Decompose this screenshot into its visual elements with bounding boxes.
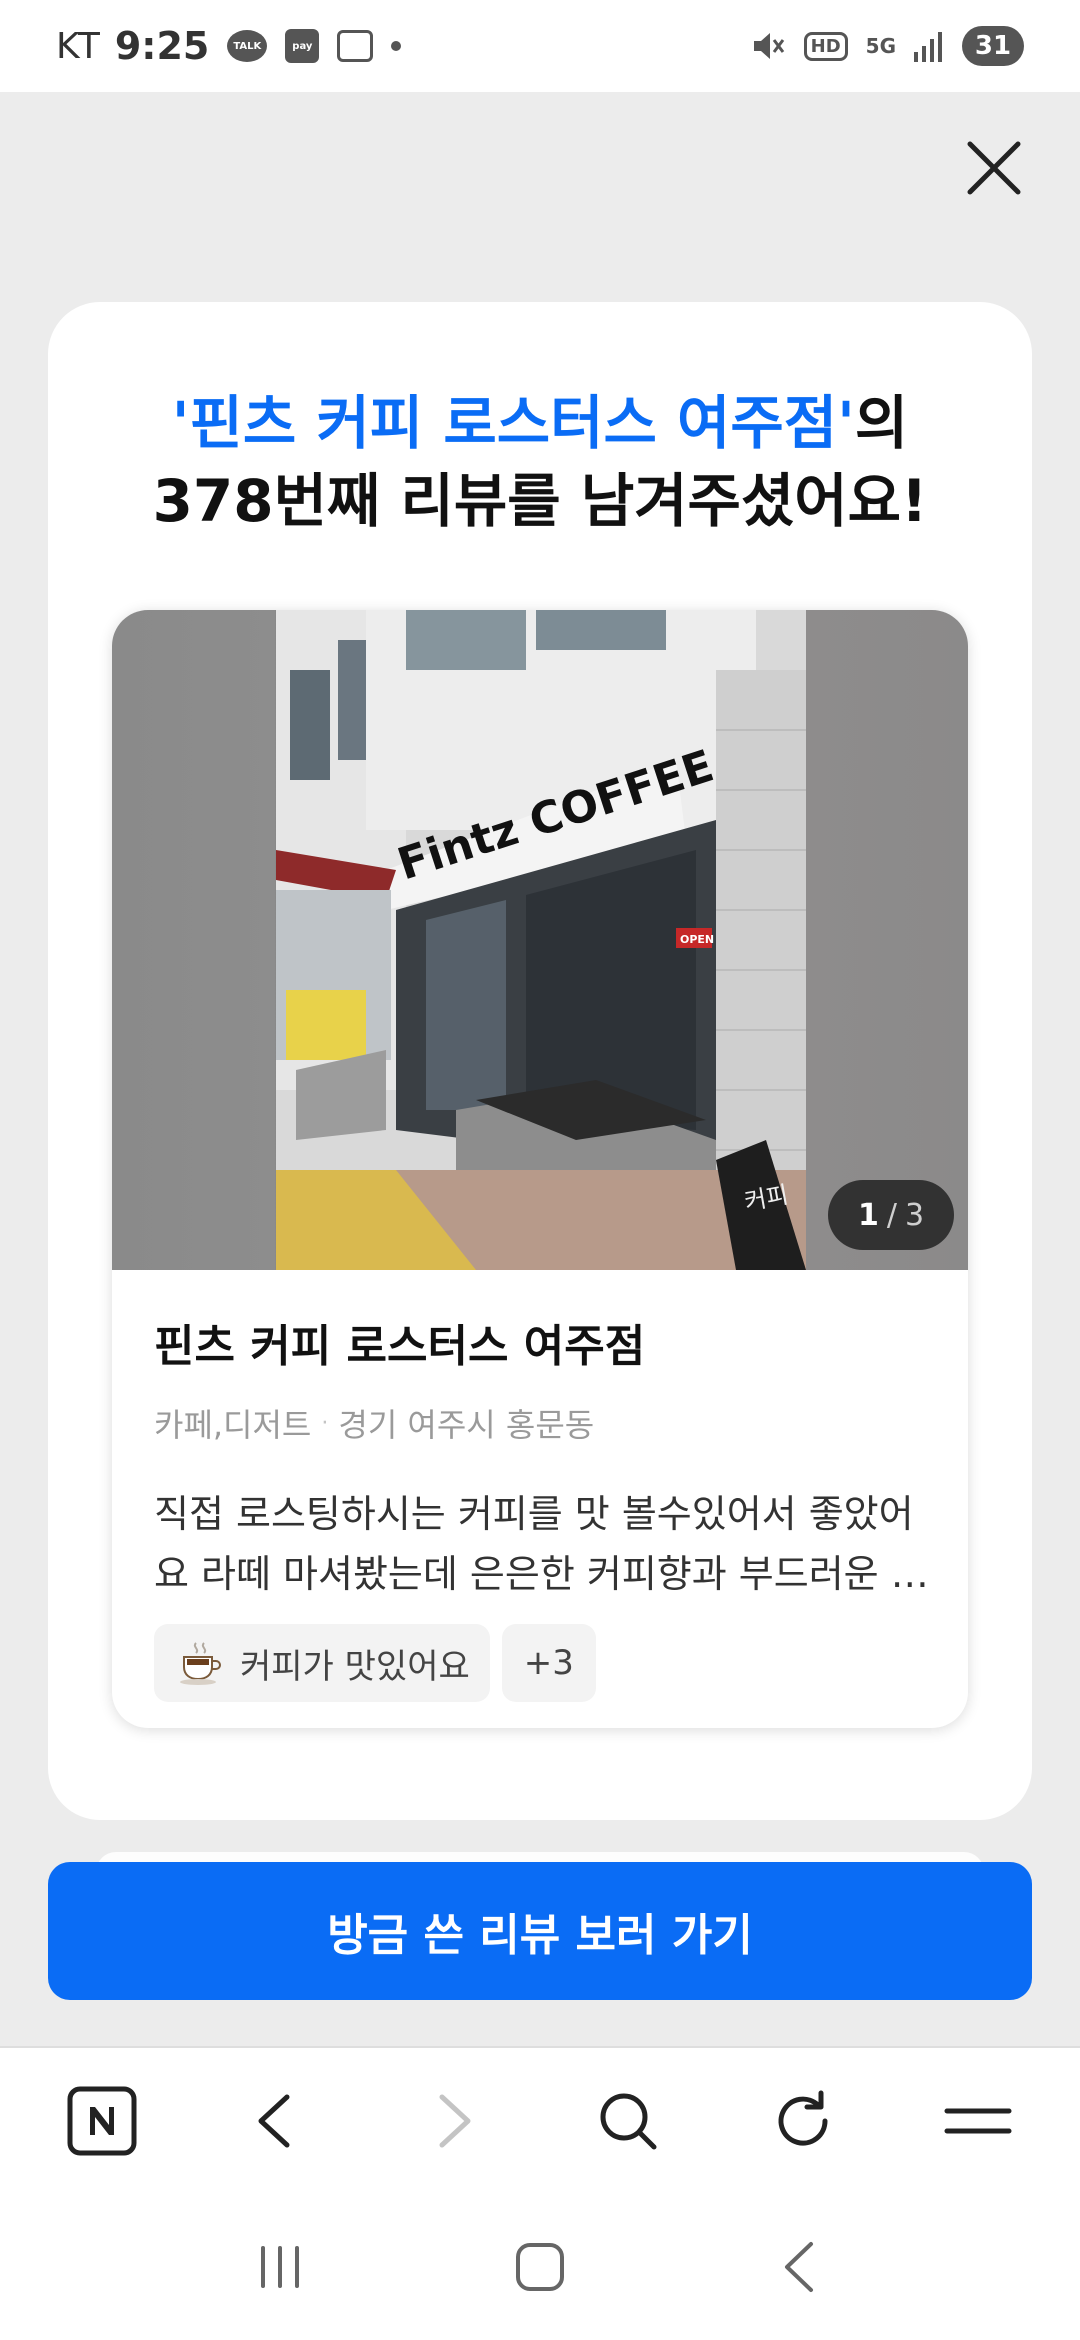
pay-icon: pay	[285, 29, 320, 63]
headline-place-name: '핀츠 커피 로스터스 여주점'	[171, 389, 855, 457]
storefront-photo: Fintz COFFEE OPEN 커피	[276, 610, 806, 1270]
keyword-label: 커피가 맛있어요	[240, 1646, 470, 1687]
place-category: 카페,디저트	[154, 1406, 312, 1444]
back-button[interactable]	[232, 2076, 322, 2166]
search-icon	[600, 2093, 657, 2150]
meta-separator: ·	[321, 1410, 329, 1436]
recent-apps-icon	[261, 2246, 299, 2288]
more-keywords-chip: +3	[501, 1624, 596, 1702]
system-navigation-bar	[0, 2194, 1080, 2340]
browser-toolbar	[0, 2046, 1080, 2194]
photo-current-index: 1	[857, 1197, 879, 1233]
home-button[interactable]	[495, 2222, 585, 2312]
headline: '핀츠 커피 로스터스 여주점'의 378번째 리뷰를 남겨주셨어요!	[48, 384, 1032, 540]
close-button[interactable]	[956, 130, 1032, 206]
status-bar: KT 9:25 TALK pay HD 5G 31	[0, 0, 1080, 92]
view-review-button[interactable]: 방금 쓴 리뷰 보러 가기	[48, 1862, 1032, 2000]
status-right: HD 5G 31	[750, 26, 1024, 66]
headline-line-2: 378번째 리뷰를 남겨주셨어요!	[152, 467, 928, 535]
back-arrow-icon	[258, 2094, 290, 2148]
place-meta: 카페,디저트 · 경기 여주시 홍문동	[154, 1400, 934, 1446]
hd-voice-icon: HD	[803, 31, 848, 61]
refresh-icon	[778, 2090, 828, 2146]
review-card-body: 핀츠 커피 로스터스 여주점 카페,디저트 · 경기 여주시 홍문동 직접 로스…	[154, 1310, 934, 1702]
photo-counter-separator: /	[886, 1197, 897, 1233]
signal-icon	[914, 30, 944, 62]
place-name[interactable]: 핀츠 커피 로스터스 여주점	[154, 1310, 934, 1374]
menu-button[interactable]	[933, 2076, 1023, 2166]
system-back-button[interactable]	[755, 2222, 845, 2312]
recent-apps-button[interactable]	[235, 2222, 325, 2312]
place-location: 경기 여주시 홍문동	[338, 1406, 595, 1444]
pay-badge-text: pay	[292, 40, 313, 52]
mute-icon	[750, 29, 786, 63]
carrier-label: KT	[56, 25, 101, 67]
menu-icon	[944, 2108, 1012, 2134]
search-button[interactable]	[583, 2076, 673, 2166]
network-5g-icon: 5G	[865, 34, 896, 58]
headline-suffix: 의	[854, 389, 909, 457]
more-notifications-dot-icon	[391, 41, 402, 51]
home-icon	[516, 2243, 564, 2291]
review-text: 직접 로스팅하시는 커피를 맛 볼수있어서 좋았어요 라떼 마셔봤는데 은은한 …	[154, 1492, 926, 1596]
status-left: KT 9:25 TALK pay	[56, 24, 402, 68]
forward-button[interactable]	[407, 2076, 497, 2166]
photo-carousel[interactable]: Fintz COFFEE OPEN 커피 1 / 3	[112, 610, 968, 1270]
battery-indicator: 31	[962, 26, 1024, 66]
keyword-chip: 커피가 맛있어요	[154, 1624, 490, 1702]
naver-home-button[interactable]	[57, 2076, 147, 2166]
review-complete-modal: '핀츠 커피 로스터스 여주점'의 378번째 리뷰를 남겨주셨어요! Fint…	[48, 302, 1032, 1820]
headline-line-1: '핀츠 커피 로스터스 여주점'의	[48, 384, 1032, 462]
photo-page-counter: 1 / 3	[828, 1180, 954, 1250]
keyword-chips: 커피가 맛있어요 +3	[154, 1624, 934, 1702]
screenshot-icon	[337, 30, 374, 62]
talk-badge-text: TALK	[233, 40, 262, 52]
refresh-button[interactable]	[758, 2076, 848, 2166]
photo-total-count: 3	[904, 1197, 925, 1233]
coffee-cup-icon	[174, 1637, 226, 1689]
close-icon	[967, 141, 1021, 195]
review-card[interactable]: Fintz COFFEE OPEN 커피 1 / 3 핀츠 커피 로스터스 여주…	[112, 610, 968, 1728]
system-back-icon	[785, 2242, 813, 2292]
forward-arrow-icon	[439, 2094, 471, 2148]
kakaotalk-icon: TALK	[227, 30, 268, 62]
clock: 9:25	[114, 24, 210, 68]
naver-home-icon	[67, 2086, 137, 2156]
open-sign-text: OPEN	[680, 933, 714, 946]
